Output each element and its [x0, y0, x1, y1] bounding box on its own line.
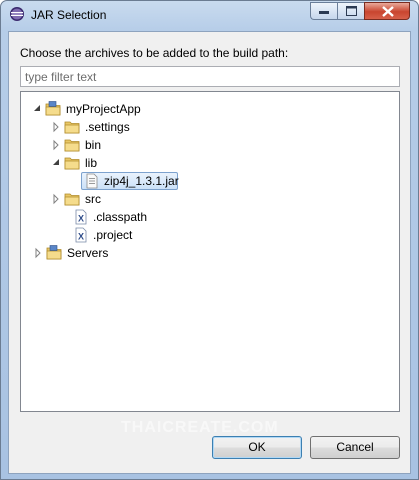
tree-item-bin[interactable]: bin [21, 136, 399, 154]
window-title: JAR Selection [31, 8, 107, 22]
collapsed-arrow-icon[interactable] [51, 190, 61, 208]
eclipse-icon [10, 7, 24, 21]
archive-tree[interactable]: myProjectApp .settings bin lib zip4j_1.3… [20, 91, 400, 412]
tree-label: lib [85, 156, 98, 170]
folder-icon [64, 193, 80, 206]
collapsed-arrow-icon[interactable] [33, 244, 43, 262]
close-icon [382, 6, 394, 17]
tree-item-lib[interactable]: lib [21, 154, 399, 172]
tree-label: .settings [85, 120, 130, 134]
maximize-icon [346, 6, 357, 16]
tree-label: src [85, 192, 101, 206]
ok-button[interactable]: OK [212, 436, 302, 459]
folder-icon [64, 157, 80, 170]
dialog-body: Choose the archives to be added to the b… [8, 31, 411, 474]
tree-item-servers[interactable]: Servers [21, 244, 399, 262]
project-folder-icon [46, 245, 62, 260]
maximize-button[interactable] [337, 2, 364, 20]
tree-item-classpath[interactable]: X .classpath [21, 208, 399, 226]
tree-item-src[interactable]: src [21, 190, 399, 208]
cancel-button[interactable]: Cancel [310, 436, 400, 459]
tree-item-jar[interactable]: zip4j_1.3.1.jar [21, 172, 399, 190]
instruction-label: Choose the archives to be added to the b… [20, 46, 289, 60]
tree-label: myProjectApp [66, 102, 141, 116]
folder-icon [64, 139, 80, 152]
project-folder-icon [45, 101, 61, 116]
xml-file-icon: X [75, 209, 87, 225]
svg-text:X: X [78, 214, 84, 224]
minimize-icon [319, 11, 329, 14]
collapsed-arrow-icon[interactable] [51, 118, 61, 136]
title-bar[interactable]: JAR Selection [1, 1, 418, 31]
watermark: THAICREATE.COM [121, 419, 279, 436]
collapsed-arrow-icon[interactable] [51, 136, 61, 154]
tree-label: .classpath [93, 210, 148, 224]
svg-text:X: X [78, 232, 84, 242]
close-button[interactable] [364, 2, 410, 20]
filter-input[interactable] [20, 66, 400, 87]
tree-label: .project [93, 228, 133, 242]
tree-item-settings[interactable]: .settings [21, 118, 399, 136]
tree-label: bin [85, 138, 102, 152]
tree-label: zip4j_1.3.1.jar [104, 174, 179, 188]
tree-item-project-file[interactable]: X .project [21, 226, 399, 244]
folder-icon [64, 121, 80, 134]
tree-item-project[interactable]: myProjectApp [21, 100, 399, 118]
jar-file-icon [86, 173, 98, 189]
dialog-window: JAR Selection Choose the archives to be … [0, 0, 419, 480]
tree-label: Servers [67, 246, 109, 260]
expanded-arrow-icon[interactable] [51, 154, 61, 172]
expanded-arrow-icon[interactable] [32, 100, 42, 118]
xml-file-icon: X [75, 227, 87, 243]
minimize-button[interactable] [310, 2, 337, 20]
